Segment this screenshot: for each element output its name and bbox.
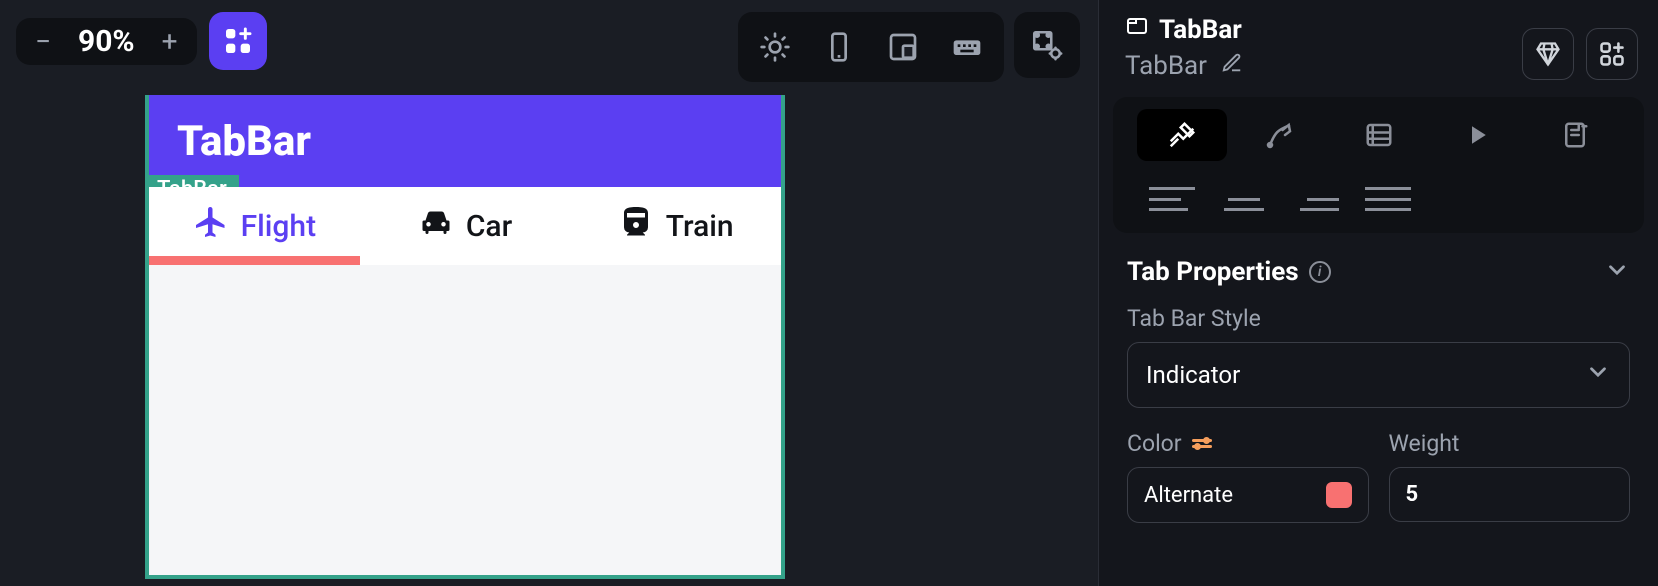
canvas-tools (738, 12, 1080, 82)
info-icon[interactable]: i (1309, 261, 1331, 283)
tab-car[interactable]: Car (360, 204, 571, 248)
panel-tab-document[interactable] (1530, 109, 1620, 161)
align-center-button[interactable] (1221, 187, 1267, 211)
panel-breadcrumb: TabBar (1125, 51, 1243, 81)
keyboard-button[interactable] (938, 18, 996, 76)
align-left-button[interactable] (1149, 187, 1195, 211)
zoom-in-button[interactable]: + (153, 24, 187, 58)
tab-flight[interactable]: Flight (149, 204, 360, 248)
zoom-value: 90% (78, 24, 135, 59)
panel-subtitle-text: TabBar (1125, 51, 1207, 81)
device-phone-button[interactable] (810, 18, 868, 76)
tab-label: Train (666, 209, 734, 244)
train-icon (618, 204, 654, 248)
layout-settings-button[interactable] (1014, 12, 1080, 78)
panel-tab-design[interactable] (1137, 109, 1227, 161)
panel-tabs (1113, 97, 1644, 169)
edit-name-button[interactable] (1221, 51, 1243, 81)
preview-frame[interactable]: TabBar TabBar Flight Car Train (145, 95, 785, 579)
preview-tabbar: Flight Car Train (149, 187, 781, 265)
color-value: Alternate (1144, 483, 1233, 508)
panel-tab-data[interactable] (1333, 109, 1423, 161)
diamond-button[interactable] (1522, 28, 1574, 80)
settings-slider-icon[interactable] (1192, 439, 1212, 448)
color-swatch (1326, 482, 1352, 508)
zoom-control: − 90% + (16, 18, 197, 65)
car-icon (418, 204, 454, 248)
tab-bar-style-label: Tab Bar Style (1127, 305, 1630, 332)
preview-title: TabBar (177, 117, 311, 166)
chevron-down-icon (1585, 359, 1611, 391)
alignment-row (1113, 169, 1644, 233)
tab-bar-style-value: Indicator (1146, 361, 1240, 389)
tab-train[interactable]: Train (570, 204, 781, 248)
add-component-button[interactable] (1586, 28, 1638, 80)
color-select[interactable]: Alternate (1127, 467, 1369, 523)
preview-appbar: TabBar TabBar (149, 95, 781, 187)
canvas-area: − 90% + (0, 0, 1098, 586)
chevron-down-icon (1604, 257, 1630, 287)
add-widget-button[interactable] (209, 12, 267, 70)
panel-title-text: TabBar (1159, 15, 1242, 45)
zoom-out-button[interactable]: − (26, 24, 60, 58)
tab-bar-style-select[interactable]: Indicator (1127, 342, 1630, 408)
properties-panel: TabBar TabBar (1098, 0, 1658, 586)
tab-indicator (149, 256, 360, 265)
tab-component-icon (1125, 14, 1149, 45)
device-tablet-button[interactable] (874, 18, 932, 76)
weight-value: 5 (1406, 482, 1419, 507)
panel-header: TabBar TabBar (1099, 10, 1658, 89)
device-tools-group (738, 12, 1004, 82)
align-right-button[interactable] (1293, 187, 1339, 211)
panel-component-name: TabBar (1125, 14, 1243, 45)
weight-input[interactable]: 5 (1389, 467, 1631, 522)
panel-tab-actions[interactable] (1235, 109, 1325, 161)
tab-label: Flight (241, 209, 316, 244)
weight-label: Weight (1389, 430, 1631, 457)
airplane-icon (193, 204, 229, 248)
color-label-text: Color (1127, 430, 1182, 457)
theme-toggle-button[interactable] (746, 18, 804, 76)
tab-label: Car (466, 209, 512, 244)
section-header[interactable]: Tab Properties i (1127, 257, 1630, 287)
panel-tab-preview[interactable] (1432, 109, 1522, 161)
color-label: Color (1127, 430, 1369, 457)
preview-body (149, 265, 781, 575)
align-justify-button[interactable] (1365, 187, 1411, 211)
section-title-text: Tab Properties (1127, 257, 1299, 287)
tab-properties-section: Tab Properties i Tab Bar Style Indicator… (1099, 233, 1658, 523)
